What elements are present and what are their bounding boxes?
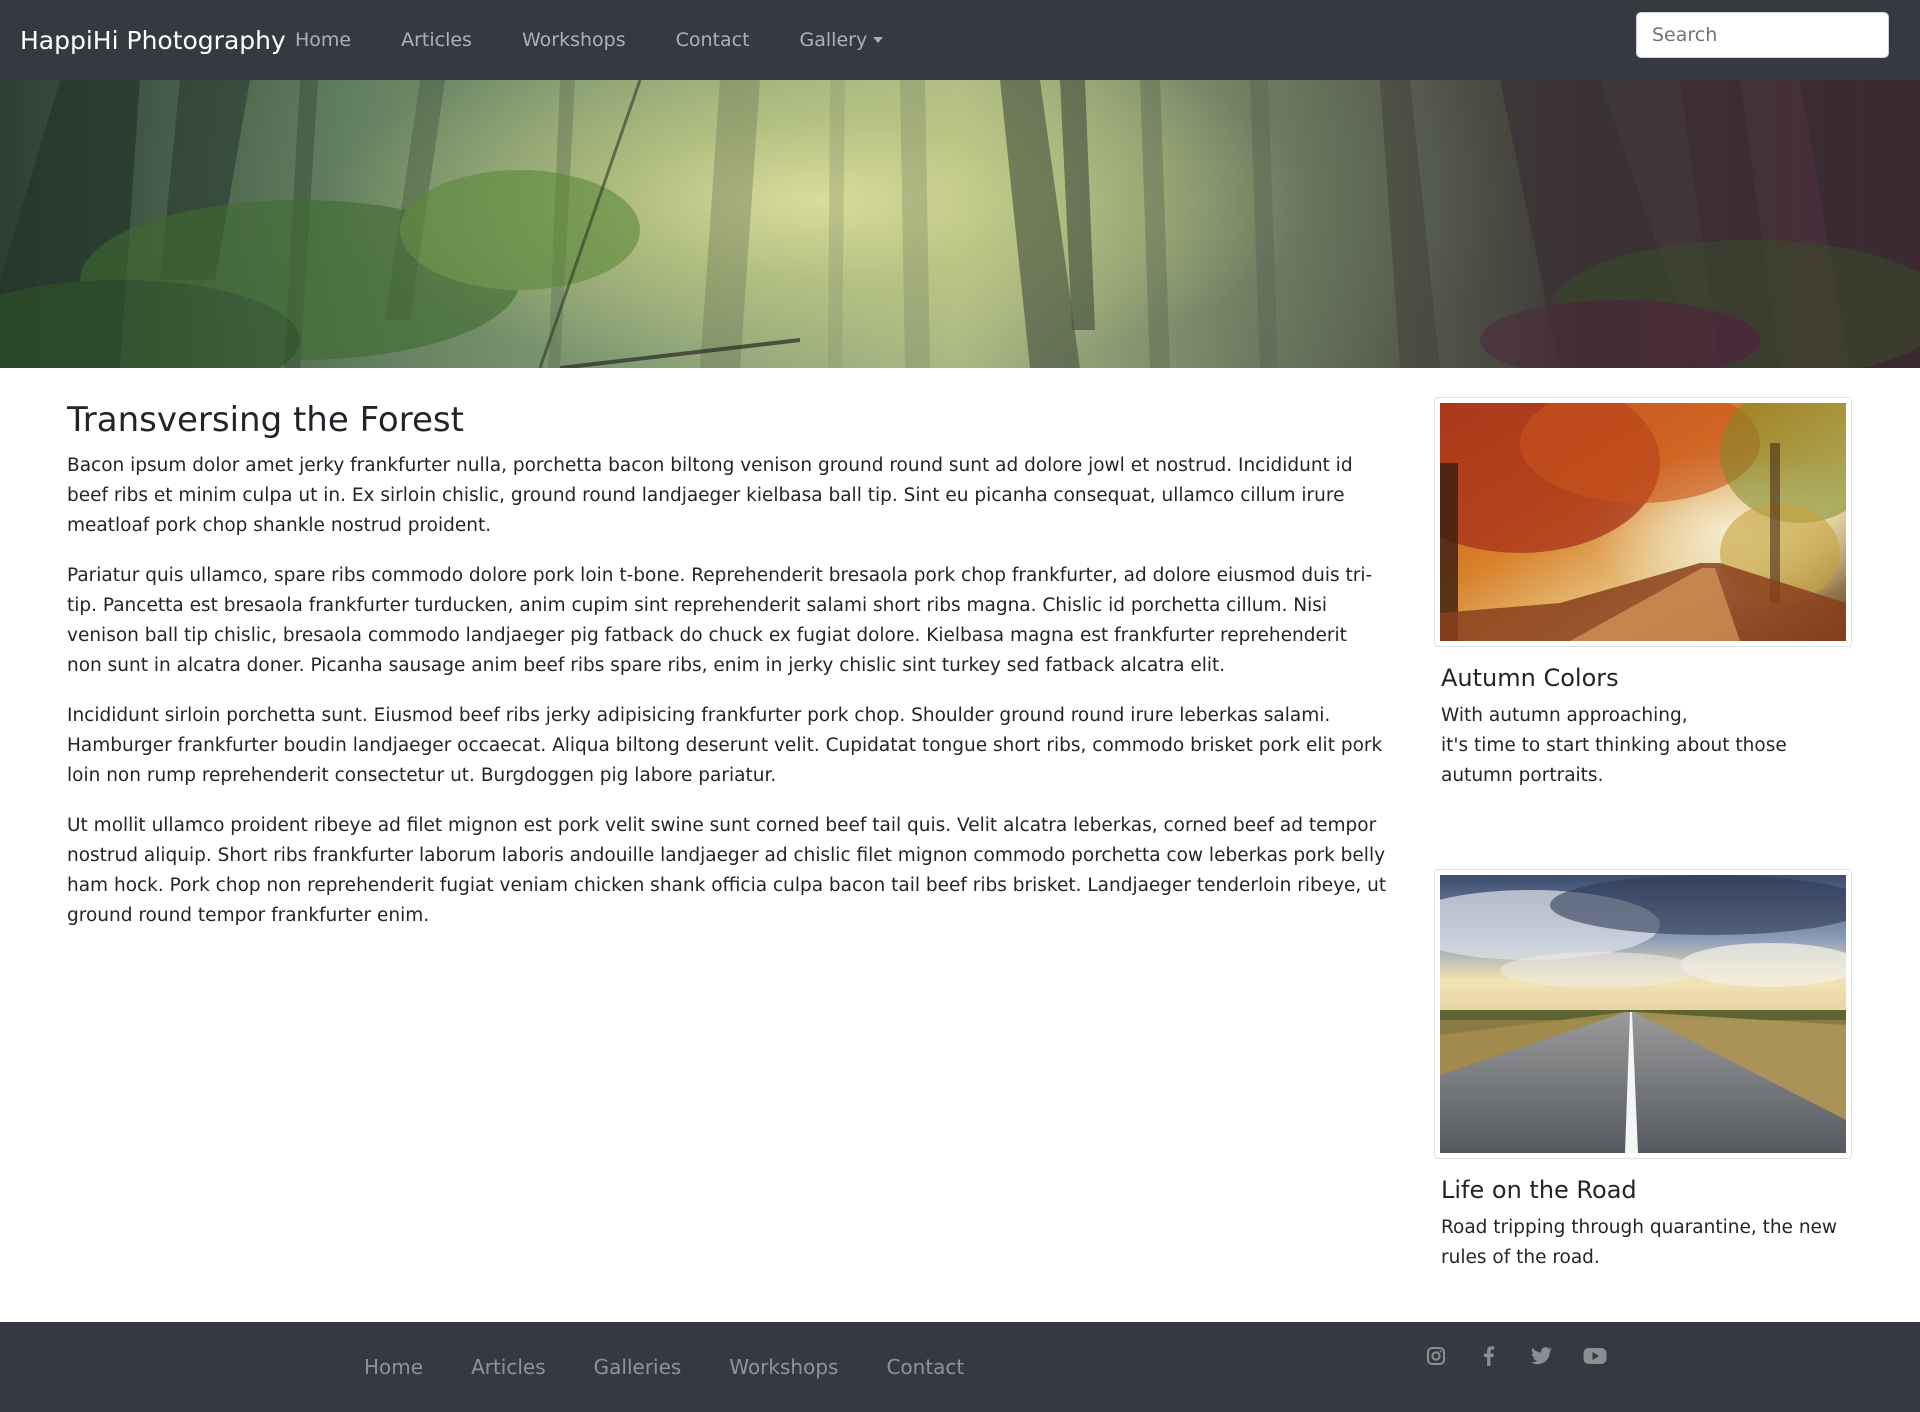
nav-contact-label: Contact [675, 29, 750, 51]
autumn-path-image[interactable] [1440, 403, 1846, 641]
nav-gallery-dropdown[interactable]: Gallery [775, 29, 909, 51]
nav-gallery-label: Gallery [799, 29, 868, 51]
social-links [1424, 1336, 1636, 1376]
nav-home-label: Home [295, 29, 352, 51]
road-image[interactable] [1440, 875, 1846, 1153]
search-input[interactable] [1636, 12, 1889, 58]
nav-workshops-label: Workshops [521, 29, 626, 51]
article: Transversing the Forest Bacon ipsum dolo… [67, 395, 1387, 951]
nav-contact-link[interactable]: Contact [651, 29, 775, 51]
card-title: Autumn Colors [1441, 664, 1619, 692]
card-image-frame [1434, 397, 1852, 647]
footer-articles-link[interactable]: Articles [447, 1355, 570, 1379]
footer-workshops-link[interactable]: Workshops [705, 1355, 862, 1379]
article-paragraph: Incididunt sirloin porchetta sunt. Eiusm… [67, 705, 1383, 786]
article-paragraph: Pariatur quis ullamco, spare ribs commod… [67, 565, 1373, 676]
card-image-frame [1434, 869, 1852, 1159]
nav-articles-label: Articles [401, 29, 472, 51]
nav-home-link[interactable]: Home [270, 29, 376, 51]
footer-contact-link[interactable]: Contact [862, 1355, 988, 1379]
article-title: Transversing the Forest [67, 400, 464, 440]
footer-links: Home Articles Galleries Workshops Contac… [340, 1322, 988, 1412]
instagram-icon[interactable] [1424, 1344, 1448, 1368]
card-text: With autumn approaching, it's time to st… [1441, 705, 1787, 786]
facebook-icon[interactable] [1477, 1344, 1501, 1368]
twitter-icon[interactable] [1530, 1344, 1554, 1368]
brand-logo[interactable]: HappiHi Photography [20, 0, 286, 80]
footer-home-link[interactable]: Home [340, 1355, 447, 1379]
footer-galleries-link[interactable]: Galleries [570, 1355, 706, 1379]
article-paragraph: Ut mollit ullamco proident ribeye ad fil… [67, 815, 1387, 926]
card-autumn-colors[interactable]: Autumn Colors With autumn approaching, i… [1434, 397, 1852, 791]
youtube-icon[interactable] [1583, 1344, 1607, 1368]
navbar: HappiHi Photography Home Articles Worksh… [0, 0, 1920, 80]
nav-links: Home Articles Workshops Contact Gallery [270, 0, 908, 80]
caret-down-icon [873, 37, 884, 43]
card-life-on-the-road[interactable]: Life on the Road Road tripping through q… [1434, 869, 1852, 1273]
nav-workshops-link[interactable]: Workshops [497, 29, 651, 51]
card-title: Life on the Road [1441, 1176, 1637, 1204]
article-paragraph: Bacon ipsum dolor amet jerky frankfurter… [67, 455, 1353, 536]
hero-banner-image [0, 80, 1920, 368]
forest-illustration [0, 80, 1920, 368]
nav-articles-link[interactable]: Articles [376, 29, 497, 51]
footer: Home Articles Galleries Workshops Contac… [0, 1322, 1920, 1412]
card-text: Road tripping through quarantine, the ne… [1441, 1217, 1838, 1268]
